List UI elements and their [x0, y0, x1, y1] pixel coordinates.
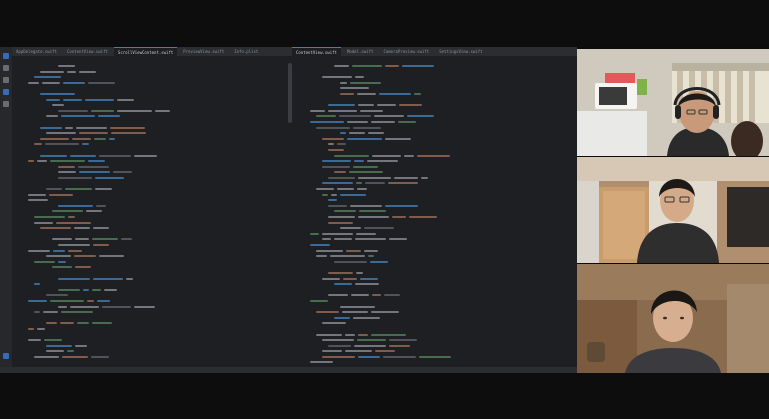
editor-tabs: AppDelegate.swift ContentView.swift Scroll…: [12, 47, 292, 57]
editor-tab[interactable]: Model.swift: [342, 47, 378, 56]
editor-tab[interactable]: CameraPreview.swift: [379, 47, 434, 56]
editor-tab[interactable]: PreviewView.swift: [179, 47, 229, 56]
code-editor-left[interactable]: AppDelegate.swift ContentView.swift Scroll…: [0, 47, 293, 373]
activity-bar: [0, 47, 12, 373]
editor-tab[interactable]: AppDelegate.swift: [12, 47, 61, 56]
settings-icon[interactable]: [3, 353, 9, 359]
editor-tab[interactable]: SettingsView.swift: [435, 47, 487, 56]
webcam-feed-participant-3: [577, 264, 769, 373]
breadcrumb: [292, 56, 577, 63]
breadcrumb: [12, 56, 292, 63]
line-number-gutter: [12, 63, 24, 365]
letterbox-bottom: [0, 373, 769, 419]
explorer-icon[interactable]: [3, 53, 9, 59]
webcam-feed-participant-2: [577, 157, 769, 263]
webcam-feed-participant-1: [577, 49, 769, 156]
code-line: [310, 359, 571, 365]
extensions-icon[interactable]: [3, 101, 9, 107]
code-editor-right[interactable]: ContentView.swift Model.swift CameraPrevie…: [292, 47, 577, 373]
video-tile-participant-2[interactable]: [577, 157, 769, 263]
line-number: [12, 359, 24, 365]
run-icon[interactable]: [3, 89, 9, 95]
video-tile-participant-1[interactable]: [577, 49, 769, 156]
code-area[interactable]: [310, 63, 571, 365]
video-tile-participant-3[interactable]: [577, 264, 769, 373]
line-number-gutter: [294, 63, 306, 365]
editor-tab[interactable]: ContentView.swift: [62, 47, 112, 56]
editor-tab[interactable]: Info.plist: [230, 47, 263, 56]
letterbox-top: [0, 0, 769, 47]
line-number: [294, 359, 306, 365]
source-control-icon[interactable]: [3, 77, 9, 83]
code-area[interactable]: [28, 63, 286, 365]
editor-tabs: ContentView.swift Model.swift CameraPrevie…: [292, 47, 577, 57]
search-icon[interactable]: [3, 65, 9, 71]
